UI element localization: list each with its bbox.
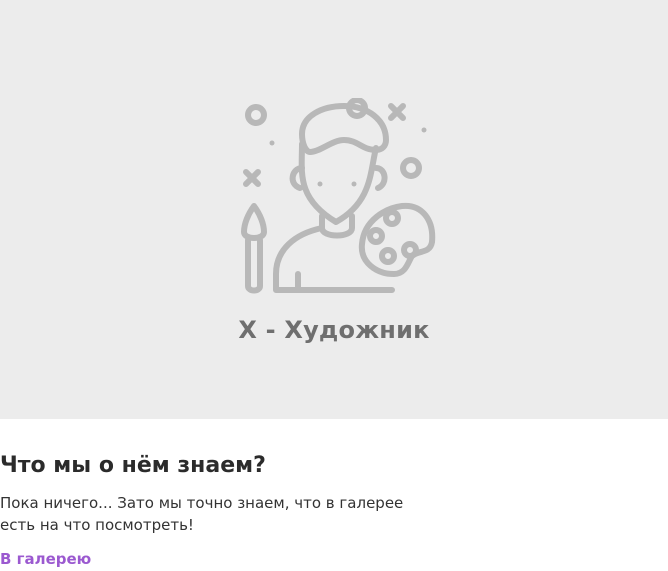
artist-hero-banner: X - Художник	[0, 0, 668, 419]
about-section: Что мы о нём знаем? Пока ничего... Зато …	[0, 450, 668, 568]
gallery-link[interactable]: В галерею	[0, 550, 91, 568]
artist-with-palette-icon	[241, 98, 436, 294]
section-heading: Что мы о нём знаем?	[0, 453, 266, 478]
artist-name-title: X - Художник	[238, 316, 430, 344]
section-description: Пока ничего... Зато мы точно знаем, что …	[0, 494, 404, 534]
